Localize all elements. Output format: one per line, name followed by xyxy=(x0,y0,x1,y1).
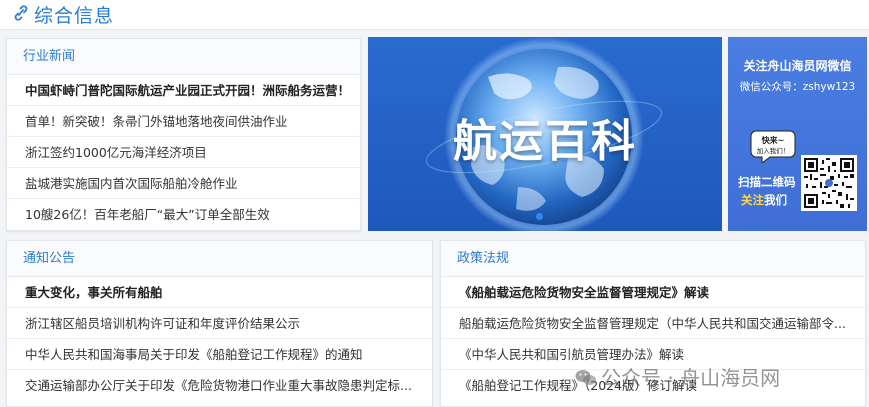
bubble-line-2: 加入我们！ xyxy=(757,146,790,155)
notice-item[interactable]: 重大变化，事关所有船舶 xyxy=(7,277,432,308)
industry-news-panel: 行业新闻 中国虾峙门普陀国际航运产业园正式开园！洲际船务运营！ 首单！新突破！条… xyxy=(6,38,361,231)
shipping-encyclopedia-banner[interactable]: 航运百科 xyxy=(368,37,722,231)
policy-item[interactable]: 《船舶载运危险货物安全监督管理规定》解读 xyxy=(441,277,865,308)
policies-title[interactable]: 政策法规 xyxy=(441,241,865,277)
follow-us-label: 关注我们 xyxy=(741,192,787,208)
wechat-account-id: 微信公众号：zshyw123 xyxy=(739,81,856,93)
industry-news-title[interactable]: 行业新闻 xyxy=(7,39,360,75)
policy-item[interactable]: 船舶载运危险货物安全监督管理规定（中华人民共和国交通运输部令... xyxy=(441,308,865,339)
follow-rest: 我们 xyxy=(764,193,787,207)
section-title: 综合信息 xyxy=(34,5,115,27)
news-item[interactable]: 首单！新突破！条帚门外锚地落地夜间供油作业 xyxy=(7,106,360,137)
link-icon xyxy=(14,5,28,21)
section-header: 综合信息 xyxy=(0,0,869,30)
follow-highlight: 关注 xyxy=(741,193,764,207)
news-item[interactable]: 浙江签约1000亿元海洋经济项目 xyxy=(7,137,360,168)
qr-code-image xyxy=(801,155,857,211)
notice-item[interactable]: 中华人民共和国海事局关于印发《船舶登记工作规程》的通知 xyxy=(7,339,432,370)
speech-bubble-icon: 快来~ 加入我们！ xyxy=(750,130,796,163)
news-item[interactable]: 10艘26亿！百年老船厂“最大”订单全部生效 xyxy=(7,199,360,230)
carousel-indicator-dot[interactable] xyxy=(536,213,543,220)
notices-panel: 通知公告 重大变化，事关所有船舶 浙江辖区船员培训机构许可证和年度评价结果公示 … xyxy=(6,240,433,407)
news-item[interactable]: 中国虾峙门普陀国际航运产业园正式开园！洲际船务运营！ xyxy=(7,75,360,106)
watermark-text: 公众号 · 舟山海员网 xyxy=(601,366,781,390)
banner-title: 航运百科 xyxy=(453,116,637,167)
notice-item[interactable]: 浙江辖区船员培训机构许可证和年度评价结果公示 xyxy=(7,308,432,339)
wechat-icon xyxy=(575,370,596,385)
notice-item[interactable]: 交通运输部办公厅关于印发《危险货物港口作业重大事故隐患判定标... xyxy=(7,370,432,401)
news-item[interactable]: 盐城港实施国内首次国际船舶冷舱作业 xyxy=(7,168,360,199)
bubble-line-1: 快来~ xyxy=(762,135,785,145)
qr-code-icon xyxy=(804,158,854,208)
wechat-watermark: 公众号 · 舟山海员网 xyxy=(575,362,780,391)
wechat-title: 关注舟山海员网微信 xyxy=(743,59,852,73)
wechat-follow-card: 关注舟山海员网微信 微信公众号：zshyw123 快来~ 加入我们！ 扫描二维码… xyxy=(728,37,867,231)
scan-qr-label: 扫描二维码 xyxy=(738,175,796,189)
notices-title[interactable]: 通知公告 xyxy=(7,241,432,277)
